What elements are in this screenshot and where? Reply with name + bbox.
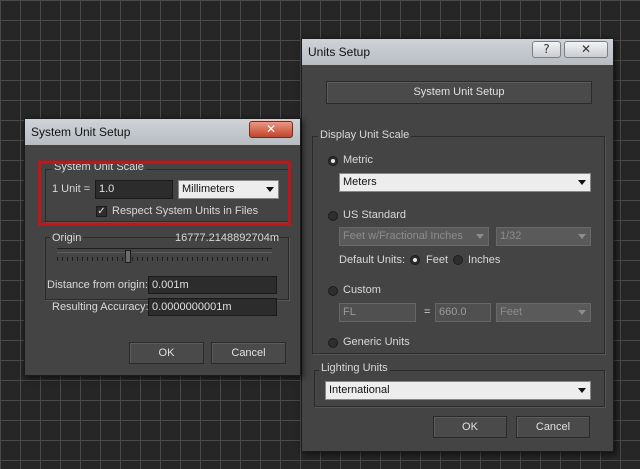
chevron-down-icon: [578, 180, 586, 185]
resulting-accuracy-label: Resulting Accuracy:: [52, 301, 149, 313]
custom-name-field[interactable]: FL: [339, 303, 416, 322]
close-button[interactable]: ✕: [564, 41, 608, 58]
chevron-down-icon: [476, 234, 484, 239]
feet-label: Feet: [426, 254, 449, 266]
default-units-label: Default Units:: [339, 254, 406, 266]
origin-label: Origin: [50, 232, 84, 244]
units-setup-title: Units Setup: [308, 45, 371, 59]
metric-unit-value: Meters: [343, 176, 377, 188]
generic-units-radio[interactable]: [328, 338, 338, 348]
units-setup-titlebar[interactable]: Units Setup ? ✕: [302, 39, 613, 65]
system-unit-setup-titlebar[interactable]: System Unit Setup ✕: [25, 119, 300, 145]
chevron-down-icon: [578, 234, 586, 239]
custom-equals-label: =: [424, 306, 431, 318]
us-standard-unit-dropdown[interactable]: Feet w/Fractional Inches: [339, 227, 489, 246]
inches-radio[interactable]: [453, 255, 463, 265]
fraction-dropdown[interactable]: 1/32: [496, 227, 591, 246]
system-unit-setup-button[interactable]: System Unit Setup: [326, 81, 592, 104]
lighting-units-label: Lighting Units: [319, 362, 390, 374]
display-unit-scale-label: Display Unit Scale: [318, 129, 412, 141]
custom-unit-value: Feet: [500, 306, 523, 318]
custom-label: Custom: [343, 284, 381, 296]
us-standard-label: US Standard: [343, 209, 406, 221]
feet-radio[interactable]: [410, 255, 420, 265]
metric-label: Metric: [343, 154, 373, 166]
origin-slider-ticks: [57, 257, 272, 261]
units-setup-window: Units Setup ? ✕ System Unit Setup Displa…: [301, 38, 614, 452]
units-cancel-button[interactable]: Cancel: [516, 416, 590, 438]
inches-label: Inches: [468, 254, 501, 266]
distance-from-origin-label: Distance from origin:: [47, 279, 148, 291]
metric-unit-dropdown[interactable]: Meters: [339, 173, 591, 192]
custom-radio[interactable]: [328, 286, 338, 296]
lighting-units-value: International: [329, 384, 390, 396]
help-button[interactable]: ?: [532, 41, 561, 58]
generic-units-label: Generic Units: [343, 336, 410, 348]
origin-slider-thumb[interactable]: [124, 250, 131, 263]
us-standard-radio[interactable]: [328, 211, 338, 221]
lighting-units-dropdown[interactable]: International: [325, 381, 591, 400]
us-standard-unit-value: Feet w/Fractional Inches: [343, 230, 463, 242]
resulting-accuracy-field: 0.0000000001m: [148, 298, 277, 316]
metric-radio[interactable]: [328, 156, 338, 166]
system-ok-button[interactable]: OK: [129, 342, 204, 364]
system-cancel-button[interactable]: Cancel: [211, 342, 286, 364]
chevron-down-icon: [578, 310, 586, 315]
origin-slider-track[interactable]: [57, 248, 272, 253]
highlight-box: [38, 161, 291, 226]
units-ok-button[interactable]: OK: [433, 416, 507, 438]
custom-value-field[interactable]: 660.0: [435, 303, 491, 322]
origin-value: 16777.2148892704m: [175, 232, 279, 244]
close-button[interactable]: ✕: [249, 121, 293, 138]
custom-unit-dropdown[interactable]: Feet: [496, 303, 591, 322]
fraction-value: 1/32: [500, 230, 522, 242]
system-unit-setup-window: System Unit Setup ✕ System Unit Scale 1 …: [24, 118, 301, 376]
system-unit-setup-title: System Unit Setup: [31, 125, 131, 139]
chevron-down-icon: [578, 388, 586, 393]
distance-from-origin-field[interactable]: 0.001m: [148, 276, 277, 294]
